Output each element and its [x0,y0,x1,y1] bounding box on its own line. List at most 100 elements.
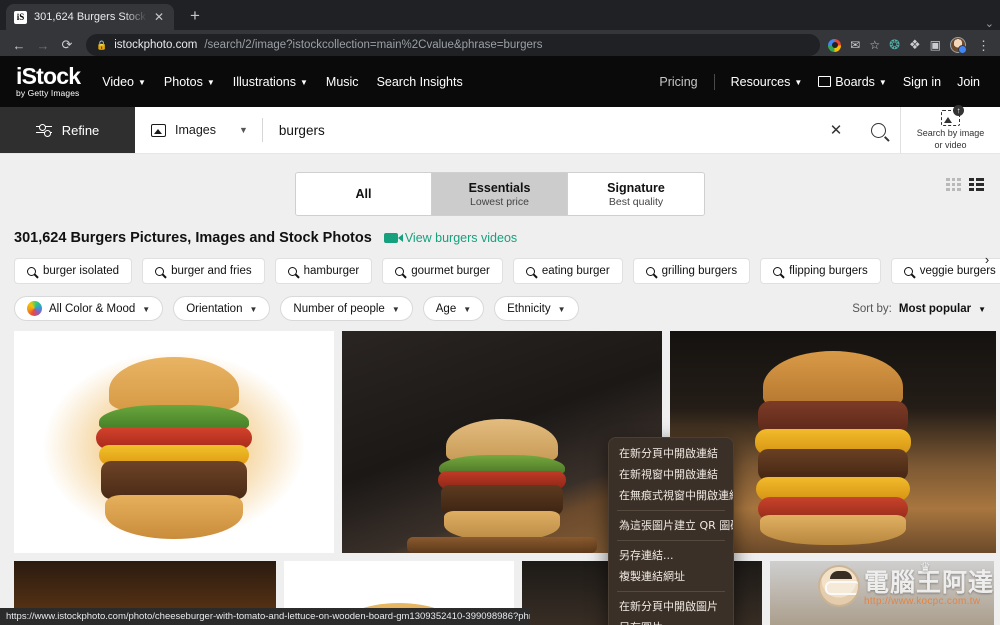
refine-button[interactable]: Refine [0,107,135,153]
extension-teal-icon[interactable]: ❂ [889,37,900,53]
boards-menu[interactable]: Boards ▼ [816,74,887,90]
search-submit-button[interactable] [856,107,900,153]
chevron-down-icon: ▼ [557,305,566,314]
tab-all[interactable]: All [296,173,432,215]
istock-logo[interactable]: iStock by Getty Images [16,63,81,98]
filter-color-mood[interactable]: All Color & Mood ▼ [14,296,164,321]
chevron-down-icon: ▼ [206,78,215,87]
bookmark-star-icon[interactable]: ☆ [869,38,880,52]
chip-hamburger[interactable]: hamburger [274,258,373,284]
new-tab-button[interactable]: + [182,4,208,30]
result-item[interactable] [14,331,334,553]
view-videos-link[interactable]: View burgers videos [383,231,517,245]
tab-title: 301,624 Burgers Stock Photos [34,11,147,23]
search-input[interactable]: burgers [263,107,816,153]
address-bar[interactable]: 🔒 istockphoto.com /search/2/image?istock… [86,34,821,56]
grid-view-icon[interactable] [946,178,961,191]
filter-number-of-people[interactable]: Number of people ▼ [280,296,413,321]
sort-label: Sort by: [852,302,892,315]
chip-label: flipping burgers [789,265,868,277]
browser-menu-icon[interactable]: ⋮ [975,39,992,52]
nav-illustrations[interactable]: Illustrations ▼ [233,75,308,89]
logo-wordmark: iStock [16,63,81,90]
reload-icon[interactable]: ⟳ [56,34,78,56]
tab-all-label: All [355,187,372,201]
suggestion-chips: burger isolated burger and fries hamburg… [0,246,1000,284]
chip-eating-burger[interactable]: eating burger [512,258,623,284]
context-menu-item-save-link-as[interactable]: 另存連結... [609,545,733,566]
mosaic-view-icon[interactable] [969,178,984,191]
nav-video-label: Video [102,74,134,89]
search-icon [395,266,405,276]
context-menu-item-save-image-as[interactable]: 另存圖片... [609,617,733,625]
context-menu-item-open-link-incognito[interactable]: 在無痕式視窗中開啟連結 [609,485,733,506]
filter-bar: All Color & Mood ▼ Orientation ▼ Number … [0,284,1000,321]
video-camera-icon [383,233,403,243]
boards-label: Boards [835,74,875,89]
side-panel-icon[interactable]: ▣ [930,38,941,52]
filter-ethnicity[interactable]: Ethnicity ▼ [494,296,579,321]
chip-label: burger isolated [43,265,120,277]
nav-search-insights[interactable]: Search Insights [377,75,463,89]
lock-icon: 🔒 [96,39,108,50]
results-area: All Essentials Lowest price Signature Be… [0,154,1000,625]
chip-burger-isolated[interactable]: burger isolated [14,258,133,284]
clear-search-icon[interactable]: ✕ [816,107,856,153]
context-menu-item-open-link-new-tab[interactable]: 在新分頁中開啟連結 [609,443,733,464]
filter-label: Age [435,302,457,315]
filter-age[interactable]: Age ▼ [422,296,485,321]
watermark-face-icon [817,565,860,607]
nav-illustrations-label: Illustrations [232,74,296,89]
chip-grilling-burgers[interactable]: grilling burgers [632,258,751,284]
profile-avatar[interactable] [950,37,967,54]
sign-in-link[interactable]: Sign in [903,75,941,89]
tab-favicon: iS [14,10,27,24]
results-summary: 301,624 Burgers Pictures, Images and Sto… [0,216,1000,246]
browser-tab[interactable]: iS 301,624 Burgers Stock Photos ✕ [6,4,174,30]
chevron-down-icon: ▼ [978,305,986,314]
chevron-down-icon: ▼ [239,125,248,135]
close-icon[interactable]: ✕ [154,11,166,23]
chevron-down-icon: ▼ [794,78,803,87]
resources-label: Resources [730,74,791,89]
result-thumbnail[interactable] [14,331,334,553]
context-menu-item-copy-link-address[interactable]: 複製連結網址 [609,566,733,587]
context-menu-item-open-image-new-tab[interactable]: 在新分頁中開啟圖片 [609,596,733,617]
chip-label: eating burger [541,265,610,277]
boards-icon [816,76,832,90]
refine-label: Refine [61,122,100,138]
filter-orientation[interactable]: Orientation ▼ [173,296,271,321]
pricing-link[interactable]: Pricing [659,75,697,89]
chip-gourmet-burger[interactable]: gourmet burger [382,258,503,284]
join-link[interactable]: Join [957,75,980,89]
context-menu[interactable]: 在新分頁中開啟連結 在新視窗中開啟連結 在無痕式視窗中開啟連結 為這張圖片建立 … [608,437,734,625]
back-icon[interactable]: ← [8,34,30,56]
google-lens-icon[interactable] [828,38,842,52]
sort-control[interactable]: Sort by: Most popular ▼ [852,303,986,315]
search-by-image-line2: or video [934,140,967,150]
nav-music[interactable]: Music [326,75,359,89]
chevron-down-icon: ▼ [463,305,472,314]
chip-flipping-burgers[interactable]: flipping burgers [760,258,881,284]
filter-label: Orientation [186,302,243,315]
nav-video[interactable]: Video ▼ [102,75,146,89]
extensions-puzzle-icon[interactable]: ❖ [909,37,921,53]
forward-icon[interactable]: → [32,34,54,56]
resources-menu[interactable]: Resources ▼ [731,75,803,89]
context-menu-item-create-qr-code[interactable]: 為這張圖片建立 QR 圖碼 [609,515,733,536]
context-menu-item-open-link-new-window[interactable]: 在新視窗中開啟連結 [609,464,733,485]
status-bar-url: https://www.istockphoto.com/photo/cheese… [0,608,530,625]
chip-burger-and-fries[interactable]: burger and fries [142,258,265,284]
share-icon[interactable]: ✉ [850,38,860,52]
url-host: istockphoto.com [114,39,198,51]
search-by-image-button[interactable]: Search by image or video [900,104,1000,153]
search-icon [870,122,886,138]
tab-signature[interactable]: Signature Best quality [568,173,704,215]
chips-next-icon[interactable]: › [978,250,996,268]
tab-essentials[interactable]: Essentials Lowest price [432,173,568,215]
chevron-down-icon: ▼ [249,305,258,314]
nav-photos[interactable]: Photos ▼ [164,75,215,89]
chevron-down-icon[interactable]: ⌄ [985,17,1000,30]
asset-type-select[interactable]: Images ▼ [135,107,262,153]
color-wheel-icon [27,301,42,316]
